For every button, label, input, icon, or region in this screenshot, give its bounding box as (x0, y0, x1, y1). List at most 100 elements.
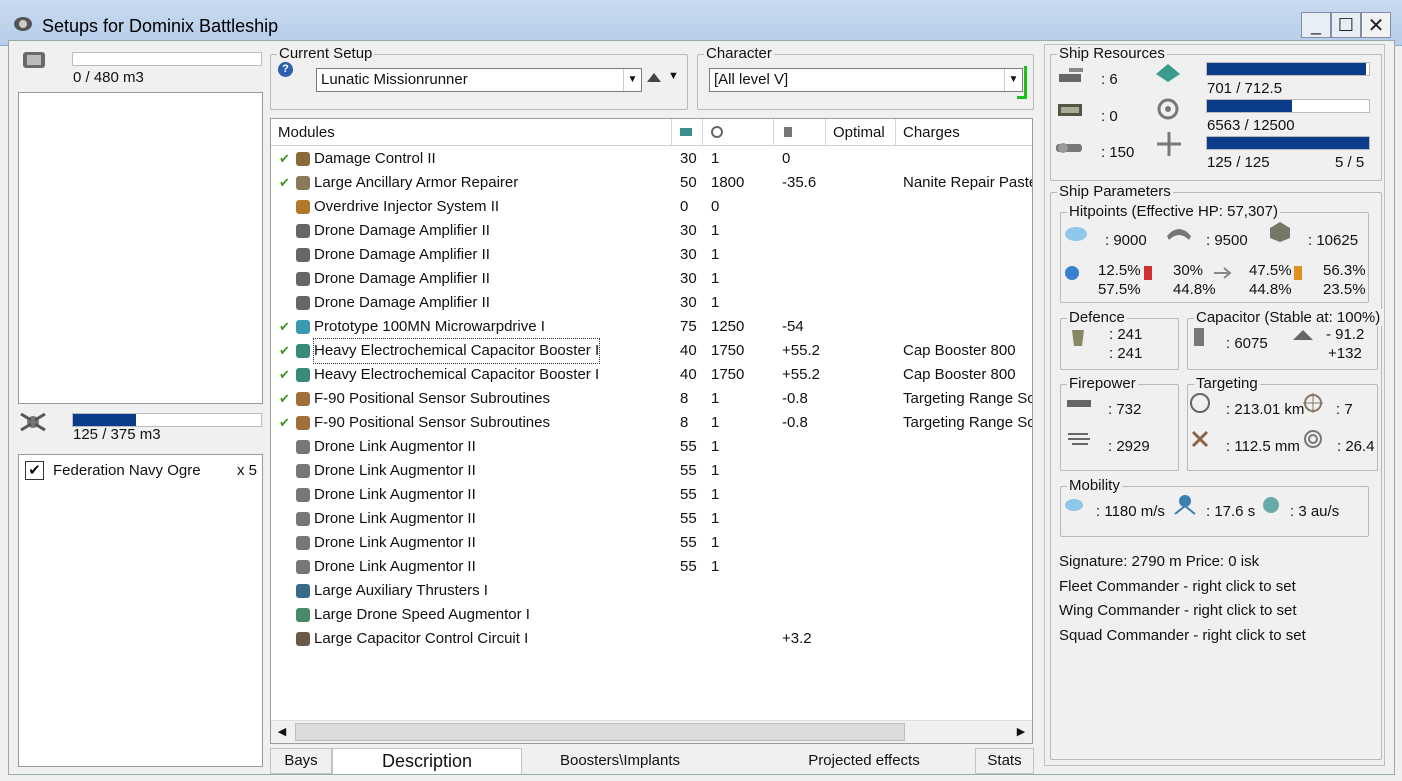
window-title: Setups for Dominix Battleship (42, 16, 279, 36)
maximize-button[interactable]: ☐ (1331, 12, 1361, 38)
cpu-icon (1156, 64, 1180, 82)
close-button[interactable]: ✕ (1361, 12, 1391, 38)
align-time-icon (1174, 495, 1196, 515)
targeting-range-icon (1190, 393, 1210, 413)
setup-select[interactable]: Lunatic Missionrunner ▼ (316, 68, 642, 92)
align-time: : 17.6 s (1206, 503, 1256, 520)
module-cpu: 30 (680, 270, 697, 287)
overdrive-icon (296, 200, 310, 214)
col-capacitor[interactable] (774, 119, 826, 146)
table-row[interactable]: ✔ F-90 Positional Sensor Subroutines 8 1 -0.… (271, 411, 1032, 435)
module-capacitor: +55.2 (782, 366, 820, 383)
help-icon[interactable]: ? (278, 62, 293, 77)
kinetic-resist-armor: 44.8% (1249, 281, 1292, 298)
cargo-list[interactable] (18, 92, 263, 404)
col-optimal[interactable]: Optimal (826, 119, 896, 146)
tab-stats[interactable]: Stats (975, 748, 1034, 774)
cargo-value: 0 / 480 m3 (73, 69, 144, 86)
table-row[interactable]: ✔ Heavy Electrochemical Capacitor Booster… (271, 338, 1032, 364)
sensor-strength-icon (1304, 430, 1322, 448)
minimize-button[interactable]: _ (1301, 12, 1331, 38)
module-powergrid: 1 (711, 438, 720, 455)
drone-damage-icon (296, 296, 310, 310)
module-name: Large Ancillary Armor Repairer (314, 174, 519, 191)
scroll-left-icon[interactable]: ◀ (274, 724, 290, 740)
tab-description[interactable]: Description (332, 748, 522, 774)
launcher-icon (1058, 104, 1082, 116)
scroll-right-icon[interactable]: ▶ (1013, 724, 1029, 740)
table-row[interactable]: Drone Link Augmentor II 55 1 (271, 459, 1032, 483)
calibration-value: : 150 (1101, 144, 1135, 161)
horizontal-scrollbar[interactable]: ◀ ▶ (271, 720, 1032, 743)
table-row[interactable]: Overdrive Injector System II 0 0 (271, 195, 1032, 219)
module-name: Overdrive Injector System II (314, 198, 500, 215)
module-name: F-90 Positional Sensor Subroutines (314, 414, 550, 431)
table-row[interactable]: ✔ Heavy Electrochemical Capacitor Booster… (271, 363, 1032, 387)
table-row[interactable]: Drone Damage Amplifier II 30 1 (271, 219, 1032, 243)
table-row[interactable]: Drone Link Augmentor II 55 1 (271, 531, 1032, 555)
table-row[interactable]: ✔ Damage Control II 30 1 0 (271, 147, 1032, 171)
explosive-resist-armor: 23.5% (1323, 281, 1366, 298)
module-powergrid: 1 (711, 510, 720, 527)
character-select[interactable]: [All level V] ▼ (709, 68, 1023, 92)
module-name: Drone Damage Amplifier II (314, 222, 490, 239)
setup-menu-chevron-icon[interactable]: ▼ (668, 70, 679, 82)
cpu-bar (1206, 62, 1370, 76)
tab-projected-effects[interactable]: Projected effects (764, 748, 964, 774)
wing-commander[interactable]: Wing Commander - right click to set (1059, 602, 1297, 619)
module-powergrid: 1 (711, 390, 720, 407)
module-capacitor: -35.6 (782, 174, 817, 191)
col-modules[interactable]: Modules (271, 119, 672, 146)
drone-bandwidth-value: 125 / 125 (1207, 154, 1270, 171)
col-powergrid[interactable] (703, 119, 774, 146)
table-row[interactable]: Large Auxiliary Thrusters I (271, 579, 1032, 603)
table-row[interactable]: Drone Link Augmentor II 55 1 (271, 483, 1032, 507)
fleet-commander[interactable]: Fleet Commander - right click to set (1059, 578, 1296, 595)
table-row[interactable]: Drone Link Augmentor II 55 1 (271, 555, 1032, 579)
drone-bay-bar (72, 413, 262, 427)
module-powergrid: 1 (711, 462, 720, 479)
table-row[interactable]: Drone Link Augmentor II 55 1 (271, 435, 1032, 459)
modules-table[interactable]: Modules Optimal Charges ✔ Damage Control … (270, 118, 1033, 744)
col-charges[interactable]: Charges (896, 119, 1032, 146)
table-row[interactable]: Drone Damage Amplifier II 30 1 (271, 243, 1032, 267)
squad-commander[interactable]: Squad Commander - right click to set (1059, 627, 1306, 644)
drone-link-icon (296, 512, 310, 526)
table-row[interactable]: Drone Damage Amplifier II 30 1 (271, 267, 1032, 291)
velocity-icon (1065, 499, 1083, 511)
table-row[interactable]: ✔ F-90 Positional Sensor Subroutines 8 1 -0.… (271, 387, 1032, 411)
module-powergrid: 1 (711, 294, 720, 311)
module-cpu: 40 (680, 366, 697, 383)
table-row[interactable]: Large Capacitor Control Circuit I +3.2 (271, 627, 1032, 651)
calibration-icon (1056, 143, 1082, 153)
table-row[interactable]: Drone Link Augmentor II 55 1 (271, 507, 1032, 531)
drone-list[interactable]: ✔ Federation Navy Ogre x 5 (18, 454, 263, 767)
warp-speed-icon (1263, 497, 1279, 513)
table-row[interactable]: ✔ Large Ancillary Armor Repairer 50 1800 -35… (271, 171, 1032, 195)
drone-dps: : 2929 (1108, 438, 1150, 455)
table-row[interactable]: Drone Damage Amplifier II 30 1 (271, 291, 1032, 315)
module-capacitor: -54 (782, 318, 804, 335)
drone-bay-icon (20, 412, 46, 432)
chevron-down-icon[interactable]: ▼ (623, 69, 641, 91)
module-cpu: 55 (680, 486, 697, 503)
col-cpu[interactable] (672, 119, 703, 146)
armor-hp: : 9500 (1206, 232, 1248, 249)
explosive-resist-icon (1294, 266, 1302, 280)
module-cpu: 30 (680, 294, 697, 311)
table-row[interactable]: ✔ Prototype 100MN Microwarpdrive I 75 1250 -… (271, 315, 1032, 339)
character-select-value: [All level V] (714, 71, 789, 88)
module-name: Drone Damage Amplifier II (314, 270, 490, 287)
module-name: Drone Link Augmentor II (314, 510, 476, 527)
setup-options-icon[interactable] (645, 70, 663, 86)
tab-bays[interactable]: Bays (270, 748, 332, 774)
module-cpu: 30 (680, 246, 697, 263)
table-row[interactable]: Large Drone Speed Augmentor I (271, 603, 1032, 627)
tab-boosters-implants[interactable]: Boosters\Implants (522, 748, 718, 774)
module-cpu: 40 (680, 342, 697, 359)
thermal-resist-icon (1144, 266, 1152, 280)
drone-checkbox[interactable]: ✔ (25, 461, 44, 480)
max-targets-icon (1303, 393, 1323, 413)
scrollbar-thumb[interactable] (295, 723, 905, 741)
drone-link-icon (296, 536, 310, 550)
